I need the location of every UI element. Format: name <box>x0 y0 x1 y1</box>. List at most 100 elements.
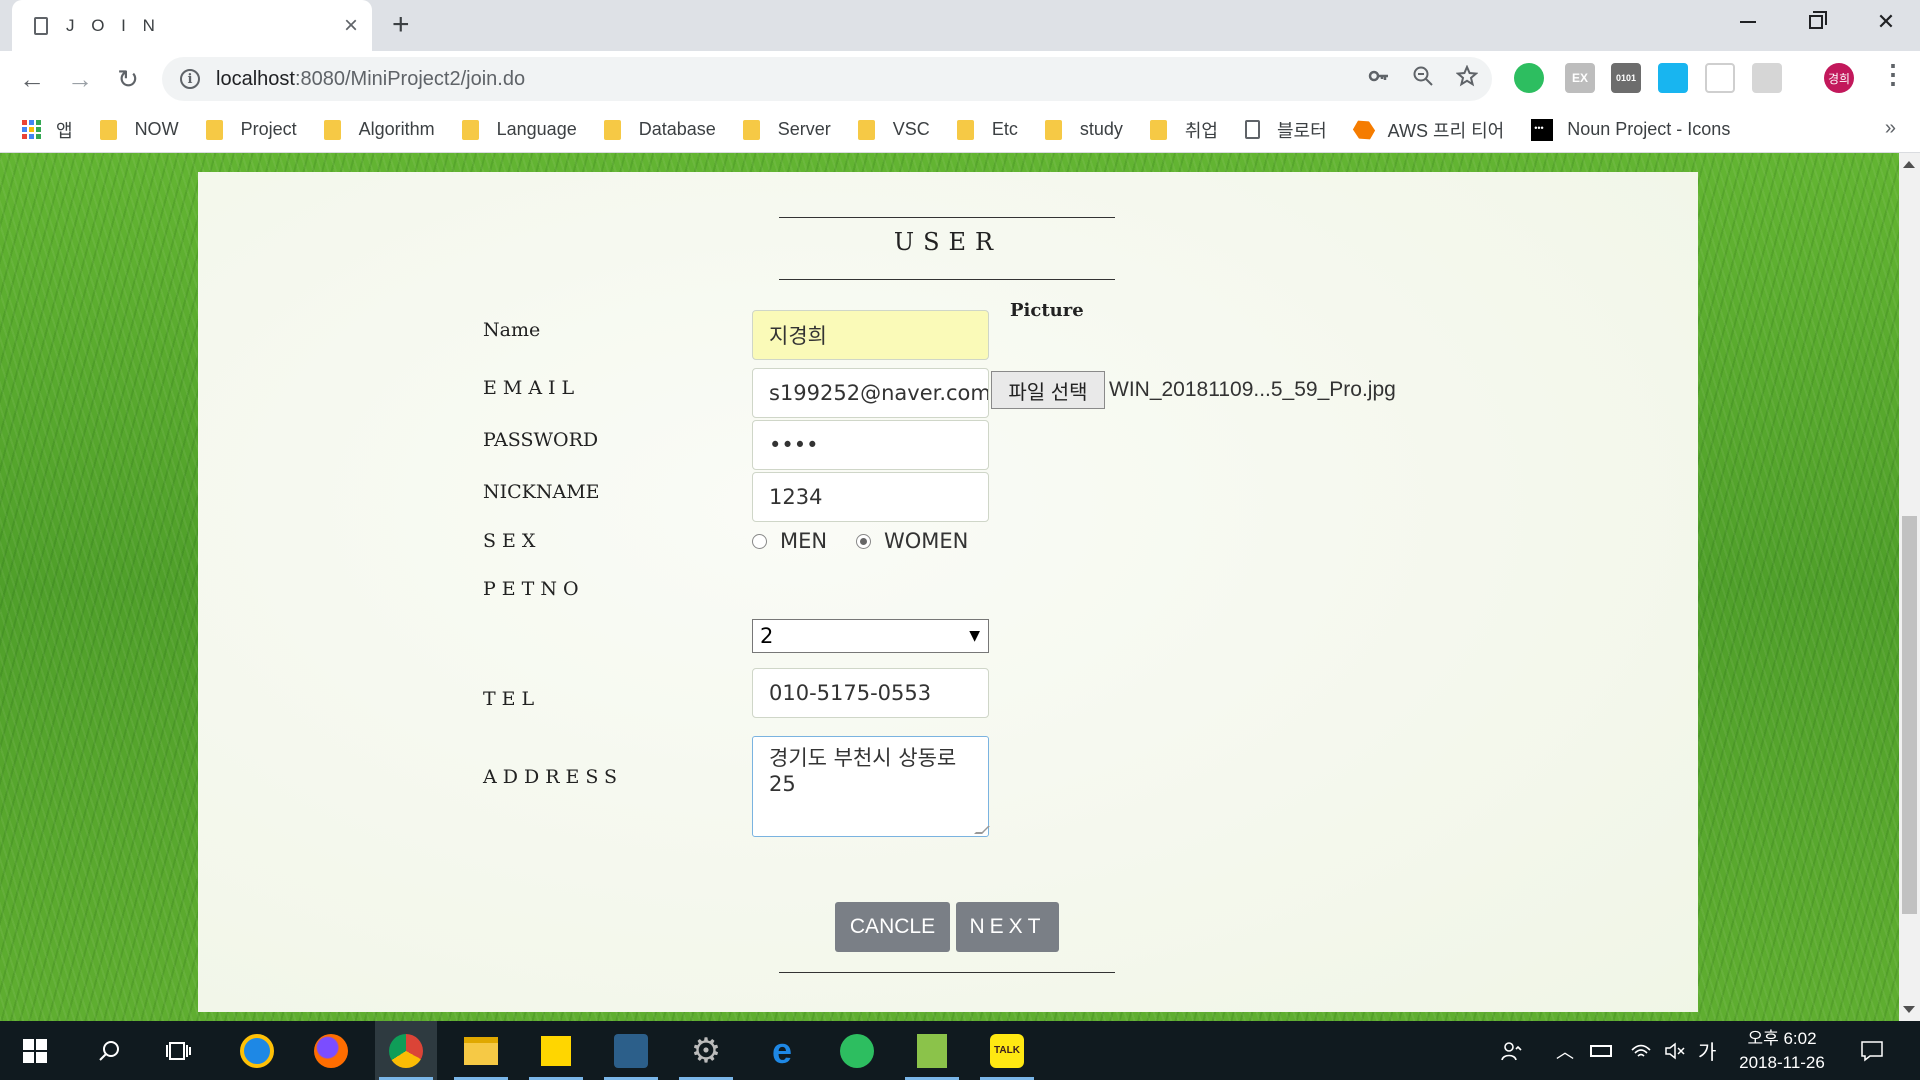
bookmarks-overflow-icon[interactable]: » <box>1885 117 1896 140</box>
scroll-thumb[interactable] <box>1902 516 1917 914</box>
tab-strip: J O I N × + ✕ <box>0 0 1920 51</box>
bookmark-bloter[interactable]: 블로터 <box>1244 117 1327 143</box>
start-button[interactable] <box>4 1021 66 1080</box>
next-button[interactable]: NEXT <box>956 902 1059 952</box>
noun-project-icon <box>1531 118 1554 141</box>
bookmark-job[interactable]: 취업 <box>1149 117 1218 143</box>
task-view-icon <box>166 1041 191 1060</box>
bookmark-apps[interactable]: 앱 <box>22 117 73 143</box>
taskbar-file-explorer[interactable] <box>450 1021 512 1080</box>
page-icon <box>1244 120 1260 139</box>
taskbar-notepad-plus[interactable] <box>901 1021 963 1080</box>
taskbar-internet-explorer[interactable] <box>226 1021 288 1080</box>
taskbar-firefox[interactable] <box>300 1021 362 1080</box>
new-tab-button[interactable]: + <box>392 9 410 41</box>
people-icon[interactable] <box>1500 1021 1524 1080</box>
internet-explorer-icon <box>240 1033 274 1068</box>
file-choose-button[interactable]: 파일 선택 <box>991 371 1105 409</box>
taskbar-settings[interactable]: ⚙ <box>675 1021 737 1080</box>
bookmark-label: Noun Project - Icons <box>1567 119 1731 139</box>
name-input[interactable]: 지경희 <box>752 310 989 360</box>
folder-icon <box>956 119 974 140</box>
tab-close-icon[interactable]: × <box>344 13 358 38</box>
folder-icon <box>323 119 341 140</box>
forward-button[interactable]: → <box>60 59 100 99</box>
taskbar-clock[interactable]: 오후 6:02 2018-11-26 <box>1722 1027 1842 1075</box>
notifications-icon[interactable] <box>1860 1021 1884 1080</box>
wifi-icon[interactable] <box>1630 1021 1652 1080</box>
bookmark-algorithm[interactable]: Algorithm <box>323 119 435 140</box>
petno-select[interactable]: 2 ▼ <box>752 619 989 653</box>
folder-icon <box>1149 119 1167 140</box>
restore-icon <box>1809 11 1827 29</box>
resize-handle-icon[interactable] <box>974 826 990 834</box>
bookmark-label: Language <box>496 119 577 139</box>
address-textarea[interactable]: 경기도 부천시 상동로25 <box>752 736 990 837</box>
url-path: :8080/MiniProject2/join.do <box>294 67 526 90</box>
taskbar-chrome[interactable] <box>375 1021 437 1080</box>
taskbar-evernote[interactable] <box>826 1021 888 1080</box>
minimize-button[interactable] <box>1714 0 1782 44</box>
zoom-out-icon[interactable] <box>1412 65 1434 87</box>
battery-icon[interactable] <box>1590 1021 1612 1080</box>
bookmarks-bar: 앱 NOW Project Algorithm Language Databas… <box>0 107 1920 153</box>
bookmark-database[interactable]: Database <box>603 119 716 140</box>
volume-muted-icon[interactable] <box>1664 1021 1686 1080</box>
binary-extension-icon[interactable]: 0101 <box>1611 63 1641 93</box>
profile-avatar[interactable]: 경희 <box>1824 63 1854 93</box>
bookmark-project[interactable]: Project <box>205 119 297 140</box>
sex-women-radio[interactable] <box>856 534 871 549</box>
folder-icon <box>603 119 621 140</box>
form-heading: USER <box>893 228 1003 256</box>
bookmark-label: Database <box>638 119 716 139</box>
restore-button[interactable] <box>1782 0 1850 44</box>
scroll-up-icon[interactable] <box>1903 161 1915 168</box>
back-button[interactable]: ← <box>12 59 52 99</box>
bookmark-study[interactable]: study <box>1044 119 1123 140</box>
star-icon[interactable] <box>1455 64 1479 87</box>
key-icon[interactable] <box>1368 65 1390 87</box>
evernote-extension-icon[interactable] <box>1514 63 1544 93</box>
reload-button[interactable]: ↻ <box>108 59 148 99</box>
bookmark-language[interactable]: Language <box>461 119 577 140</box>
sex-men-label: MEN <box>780 529 828 553</box>
site-info-icon[interactable]: i <box>180 69 200 89</box>
email-input[interactable]: s199252@naver.com <box>752 368 989 418</box>
selected-file-name: WIN_20181109...5_59_Pro.jpg <box>1109 378 1396 401</box>
layout-extension-icon[interactable] <box>1705 63 1735 93</box>
bookmark-now[interactable]: NOW <box>99 119 179 140</box>
tel-input[interactable]: 010-5175-0553 <box>752 668 989 718</box>
url-host: localhost <box>216 67 295 90</box>
cloud-extension-icon[interactable] <box>1658 63 1688 93</box>
page-scrollbar[interactable] <box>1899 153 1920 1021</box>
browser-tab[interactable]: J O I N × <box>12 0 372 51</box>
bookmark-label: Project <box>240 119 297 139</box>
bookmark-label: NOW <box>134 119 179 139</box>
ime-indicator[interactable]: 가 <box>1698 1021 1716 1080</box>
search-button[interactable] <box>78 1021 140 1080</box>
bookmark-aws[interactable]: AWS 프리 티어 <box>1354 117 1504 143</box>
sex-men-radio[interactable] <box>752 534 767 549</box>
bookmark-label: Algorithm <box>358 119 435 139</box>
tray-overflow-icon[interactable]: ︿ <box>1556 1021 1574 1080</box>
bookmark-vsc[interactable]: VSC <box>857 119 930 140</box>
taskbar-sticky-notes[interactable] <box>525 1021 587 1080</box>
address-bar[interactable]: i localhost:8080/MiniProject2/join.do <box>162 57 1492 101</box>
cancel-button[interactable]: CANCLE <box>835 902 950 952</box>
taskbar-mysql-workbench[interactable] <box>600 1021 662 1080</box>
nickname-input[interactable]: 1234 <box>752 472 989 522</box>
task-view-button[interactable] <box>148 1021 210 1080</box>
scroll-down-icon[interactable] <box>1903 1006 1915 1013</box>
taskbar-edge[interactable]: e <box>751 1021 813 1080</box>
menu-kebab-icon[interactable]: ⋮ <box>1880 61 1906 87</box>
ex-extension-icon[interactable]: EX <box>1565 63 1595 93</box>
bookmark-etc[interactable]: Etc <box>956 119 1018 140</box>
bookmark-noun-project[interactable]: Noun Project - Icons <box>1531 118 1731 141</box>
pdf-extension-icon[interactable] <box>1752 63 1782 93</box>
password-input[interactable]: •••• <box>752 420 989 470</box>
bookmark-label: study <box>1079 119 1123 139</box>
bookmark-server[interactable]: Server <box>742 119 831 140</box>
folder-icon <box>1044 119 1062 140</box>
taskbar-kakaotalk[interactable]: TALK <box>976 1021 1038 1080</box>
close-window-button[interactable]: ✕ <box>1852 0 1920 44</box>
